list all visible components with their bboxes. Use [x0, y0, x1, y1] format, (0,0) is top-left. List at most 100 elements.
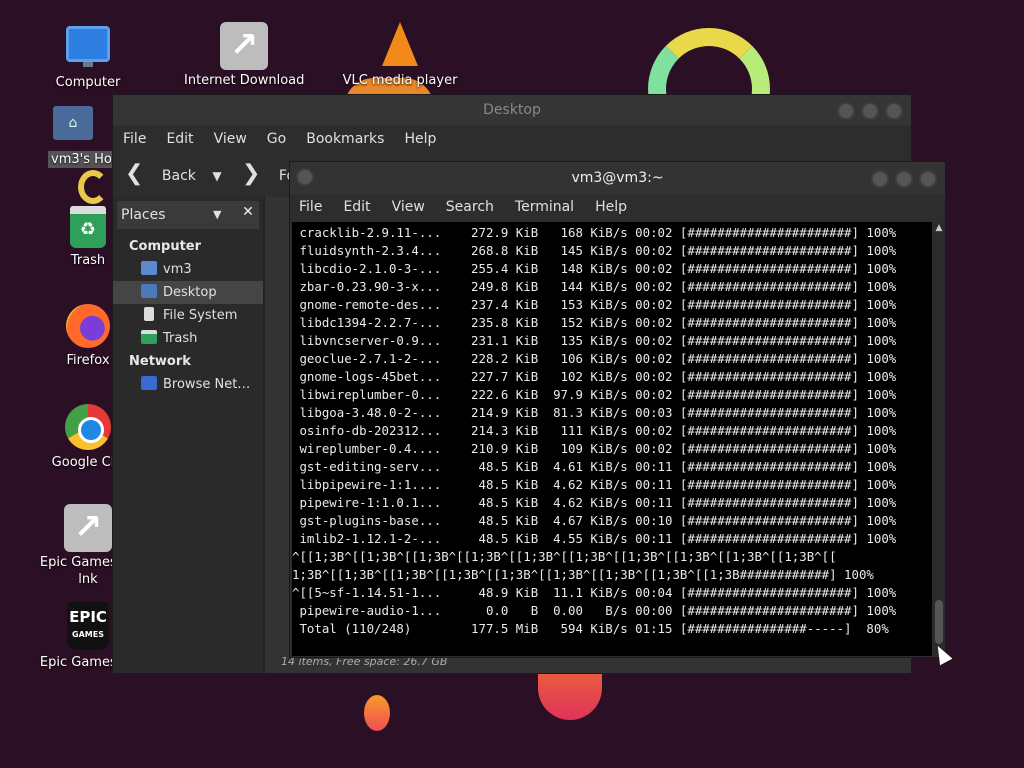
menu-view[interactable]: View: [214, 131, 247, 147]
trash-icon: [141, 330, 157, 344]
scrollbar-thumb[interactable]: [935, 600, 943, 644]
desktop-icon-vlc[interactable]: VLC media player: [340, 22, 460, 89]
terminal-scrollbar[interactable]: ▲: [933, 222, 945, 656]
file-manager-menubar: File Edit View Go Bookmarks Help: [113, 125, 911, 153]
terminal-line: gst-plugins-base... 48.5 KiB 4.67 KiB/s …: [292, 513, 897, 528]
menu-search[interactable]: Search: [446, 199, 494, 215]
sidebar-item-label: Trash: [163, 331, 198, 346]
sidebar-item-desktop[interactable]: Desktop: [113, 281, 263, 304]
epic-logo-sub: GAMES: [72, 630, 104, 639]
menu-file[interactable]: File: [123, 131, 146, 147]
back-arrow-icon[interactable]: ❮: [125, 161, 143, 186]
terminal-window[interactable]: vm3@vm3:~ File Edit View Search Terminal Help…: [289, 161, 946, 658]
terminal-titlebar[interactable]: vm3@vm3:~: [290, 162, 945, 194]
window-title: vm3@vm3:~: [571, 170, 664, 186]
sidebar-section-network: Network: [129, 354, 191, 369]
network-icon: [141, 376, 157, 390]
terminal-line: pipewire-1:1.0.1... 48.5 KiB 4.62 KiB/s …: [292, 495, 897, 510]
wallpaper-shape: [364, 695, 390, 731]
terminal-menubar: File Edit View Search Terminal Help: [290, 194, 945, 220]
sidebar-item-label: vm3: [163, 262, 192, 277]
terminal-line: cracklib-2.9.11-... 272.9 KiB 168 KiB/s …: [292, 225, 897, 240]
terminal-line: imlib2-1.12.1-2-... 48.5 KiB 4.55 KiB/s …: [292, 531, 897, 546]
menu-edit[interactable]: Edit: [166, 131, 193, 147]
maximize-button[interactable]: [895, 170, 913, 188]
terminal-line: wireplumber-0.4.... 210.9 KiB 109 KiB/s …: [292, 441, 897, 456]
terminal-line: libgoa-3.48.0-2-... 214.9 KiB 81.3 KiB/s…: [292, 405, 897, 420]
sidebar-item-label: Browse Net…: [163, 377, 251, 392]
terminal-line: zbar-0.23.90-3-x... 249.8 KiB 144 KiB/s …: [292, 279, 897, 294]
drive-icon: [144, 307, 154, 321]
window-title: Desktop: [483, 102, 541, 118]
computer-icon: [66, 26, 110, 67]
terminal-line: osinfo-db-202312... 214.3 KiB 111 KiB/s …: [292, 423, 897, 438]
terminal-line: gst-editing-serv... 48.5 KiB 4.61 KiB/s …: [292, 459, 897, 474]
terminal-line: 1;3B^[[1;3B^[[1;3B^[[1;3B^[[1;3B^[[1;3B^…: [292, 567, 874, 582]
file-manager-titlebar[interactable]: Desktop: [113, 95, 911, 125]
home-folder-icon: ⌂: [53, 106, 93, 140]
window-controls: [865, 168, 937, 200]
trash-icon: ♻: [70, 206, 106, 248]
window-menu-button[interactable]: [296, 168, 314, 186]
vlc-icon: [382, 22, 418, 66]
desktop-icon-home[interactable]: ⌂ vm3's Hor: [28, 106, 121, 168]
desktop-icon-label: Computer: [55, 75, 121, 90]
terminal-line: libvncserver-0.9... 231.1 KiB 135 KiB/s …: [292, 333, 897, 348]
sidebar-section-computer: Computer: [129, 239, 202, 254]
terminal-line: ^[[5~sf-1.14.51-1... 48.9 KiB 11.1 KiB/s…: [292, 585, 897, 600]
terminal-line: libcdio-2.1.0-3-... 255.4 KiB 148 KiB/s …: [292, 261, 897, 276]
desktop-icon-computer[interactable]: Computer: [28, 26, 148, 91]
desktop-icon-label: VLC media player: [342, 73, 458, 88]
sidebar-item-label: File System: [163, 308, 238, 323]
home-folder-icon: [141, 261, 157, 275]
terminal-line: fluidsynth-2.3.4... 268.8 KiB 145 KiB/s …: [292, 243, 897, 258]
close-sidebar-button[interactable]: ✕: [237, 201, 259, 223]
sidebar-item-browse-network[interactable]: Browse Net…: [113, 373, 263, 396]
places-sidebar: Places ▼ ✕ Computer vm3 Desktop File Sys…: [113, 197, 263, 673]
sidebar-item-label: Desktop: [163, 285, 217, 300]
back-history-dropdown-icon[interactable]: ▼: [212, 169, 221, 183]
terminal-line: gnome-logs-45bet... 227.7 KiB 102 KiB/s …: [292, 369, 897, 384]
terminal-line: libpipewire-1:1.... 48.5 KiB 4.62 KiB/s …: [292, 477, 897, 492]
firefox-icon: [66, 304, 110, 348]
back-button[interactable]: Back: [162, 168, 196, 184]
sidebar-item-vm3[interactable]: vm3: [113, 258, 263, 281]
terminal-line: ^[[1;3B^[[1;3B^[[1;3B^[[1;3B^[[1;3B^[[1;…: [292, 549, 837, 564]
desktop-icon-label: vm3's Hor: [48, 151, 121, 168]
forward-arrow-icon[interactable]: ❯: [242, 161, 260, 186]
menu-file[interactable]: File: [299, 199, 322, 215]
chrome-icon: [65, 404, 111, 450]
window-controls: [831, 101, 903, 131]
close-button[interactable]: [885, 102, 903, 120]
scroll-up-arrow-icon[interactable]: ▲: [933, 222, 945, 234]
menu-go[interactable]: Go: [267, 131, 286, 147]
chevron-down-icon: ▼: [213, 208, 222, 221]
terminal-output[interactable]: cracklib-2.9.11-... 272.9 KiB 168 KiB/s …: [292, 222, 932, 656]
terminal-line: Total (110/248) 177.5 MiB 594 KiB/s 01:1…: [292, 621, 889, 636]
desktop-icon-label: Internet Download: [184, 73, 305, 88]
epic-games-icon: EPIC GAMES: [67, 602, 109, 650]
menu-edit[interactable]: Edit: [343, 199, 370, 215]
desktop-icon-internet-download[interactable]: ↗ Internet Download: [184, 22, 304, 89]
minimize-button[interactable]: [837, 102, 855, 120]
maximize-button[interactable]: [861, 102, 879, 120]
menu-terminal[interactable]: Terminal: [515, 199, 574, 215]
sidebar-item-file-system[interactable]: File System: [113, 304, 263, 327]
menu-view[interactable]: View: [392, 199, 425, 215]
menu-help[interactable]: Help: [404, 131, 436, 147]
desktop-folder-icon: [141, 284, 157, 298]
terminal-line: gnome-remote-des... 237.4 KiB 153 KiB/s …: [292, 297, 897, 312]
close-button[interactable]: [919, 170, 937, 188]
epic-games-shortcut-icon: ↗: [64, 504, 112, 552]
sidebar-item-trash[interactable]: Trash: [113, 327, 263, 350]
terminal-line: libwireplumber-0... 222.6 KiB 97.9 KiB/s…: [292, 387, 897, 402]
terminal-line: libdc1394-2.2.7-... 235.8 KiB 152 KiB/s …: [292, 315, 897, 330]
minimize-button[interactable]: [871, 170, 889, 188]
epic-logo-text: EPIC: [69, 608, 107, 626]
menu-bookmarks[interactable]: Bookmarks: [306, 131, 384, 147]
wallpaper-shape: [78, 170, 108, 204]
places-label: Places: [121, 207, 166, 223]
terminal-line: pipewire-audio-1... 0.0 B 0.00 B/s 00:00…: [292, 603, 897, 618]
terminal-line: geoclue-2.7.1-2-... 228.2 KiB 106 KiB/s …: [292, 351, 897, 366]
menu-help[interactable]: Help: [595, 199, 627, 215]
